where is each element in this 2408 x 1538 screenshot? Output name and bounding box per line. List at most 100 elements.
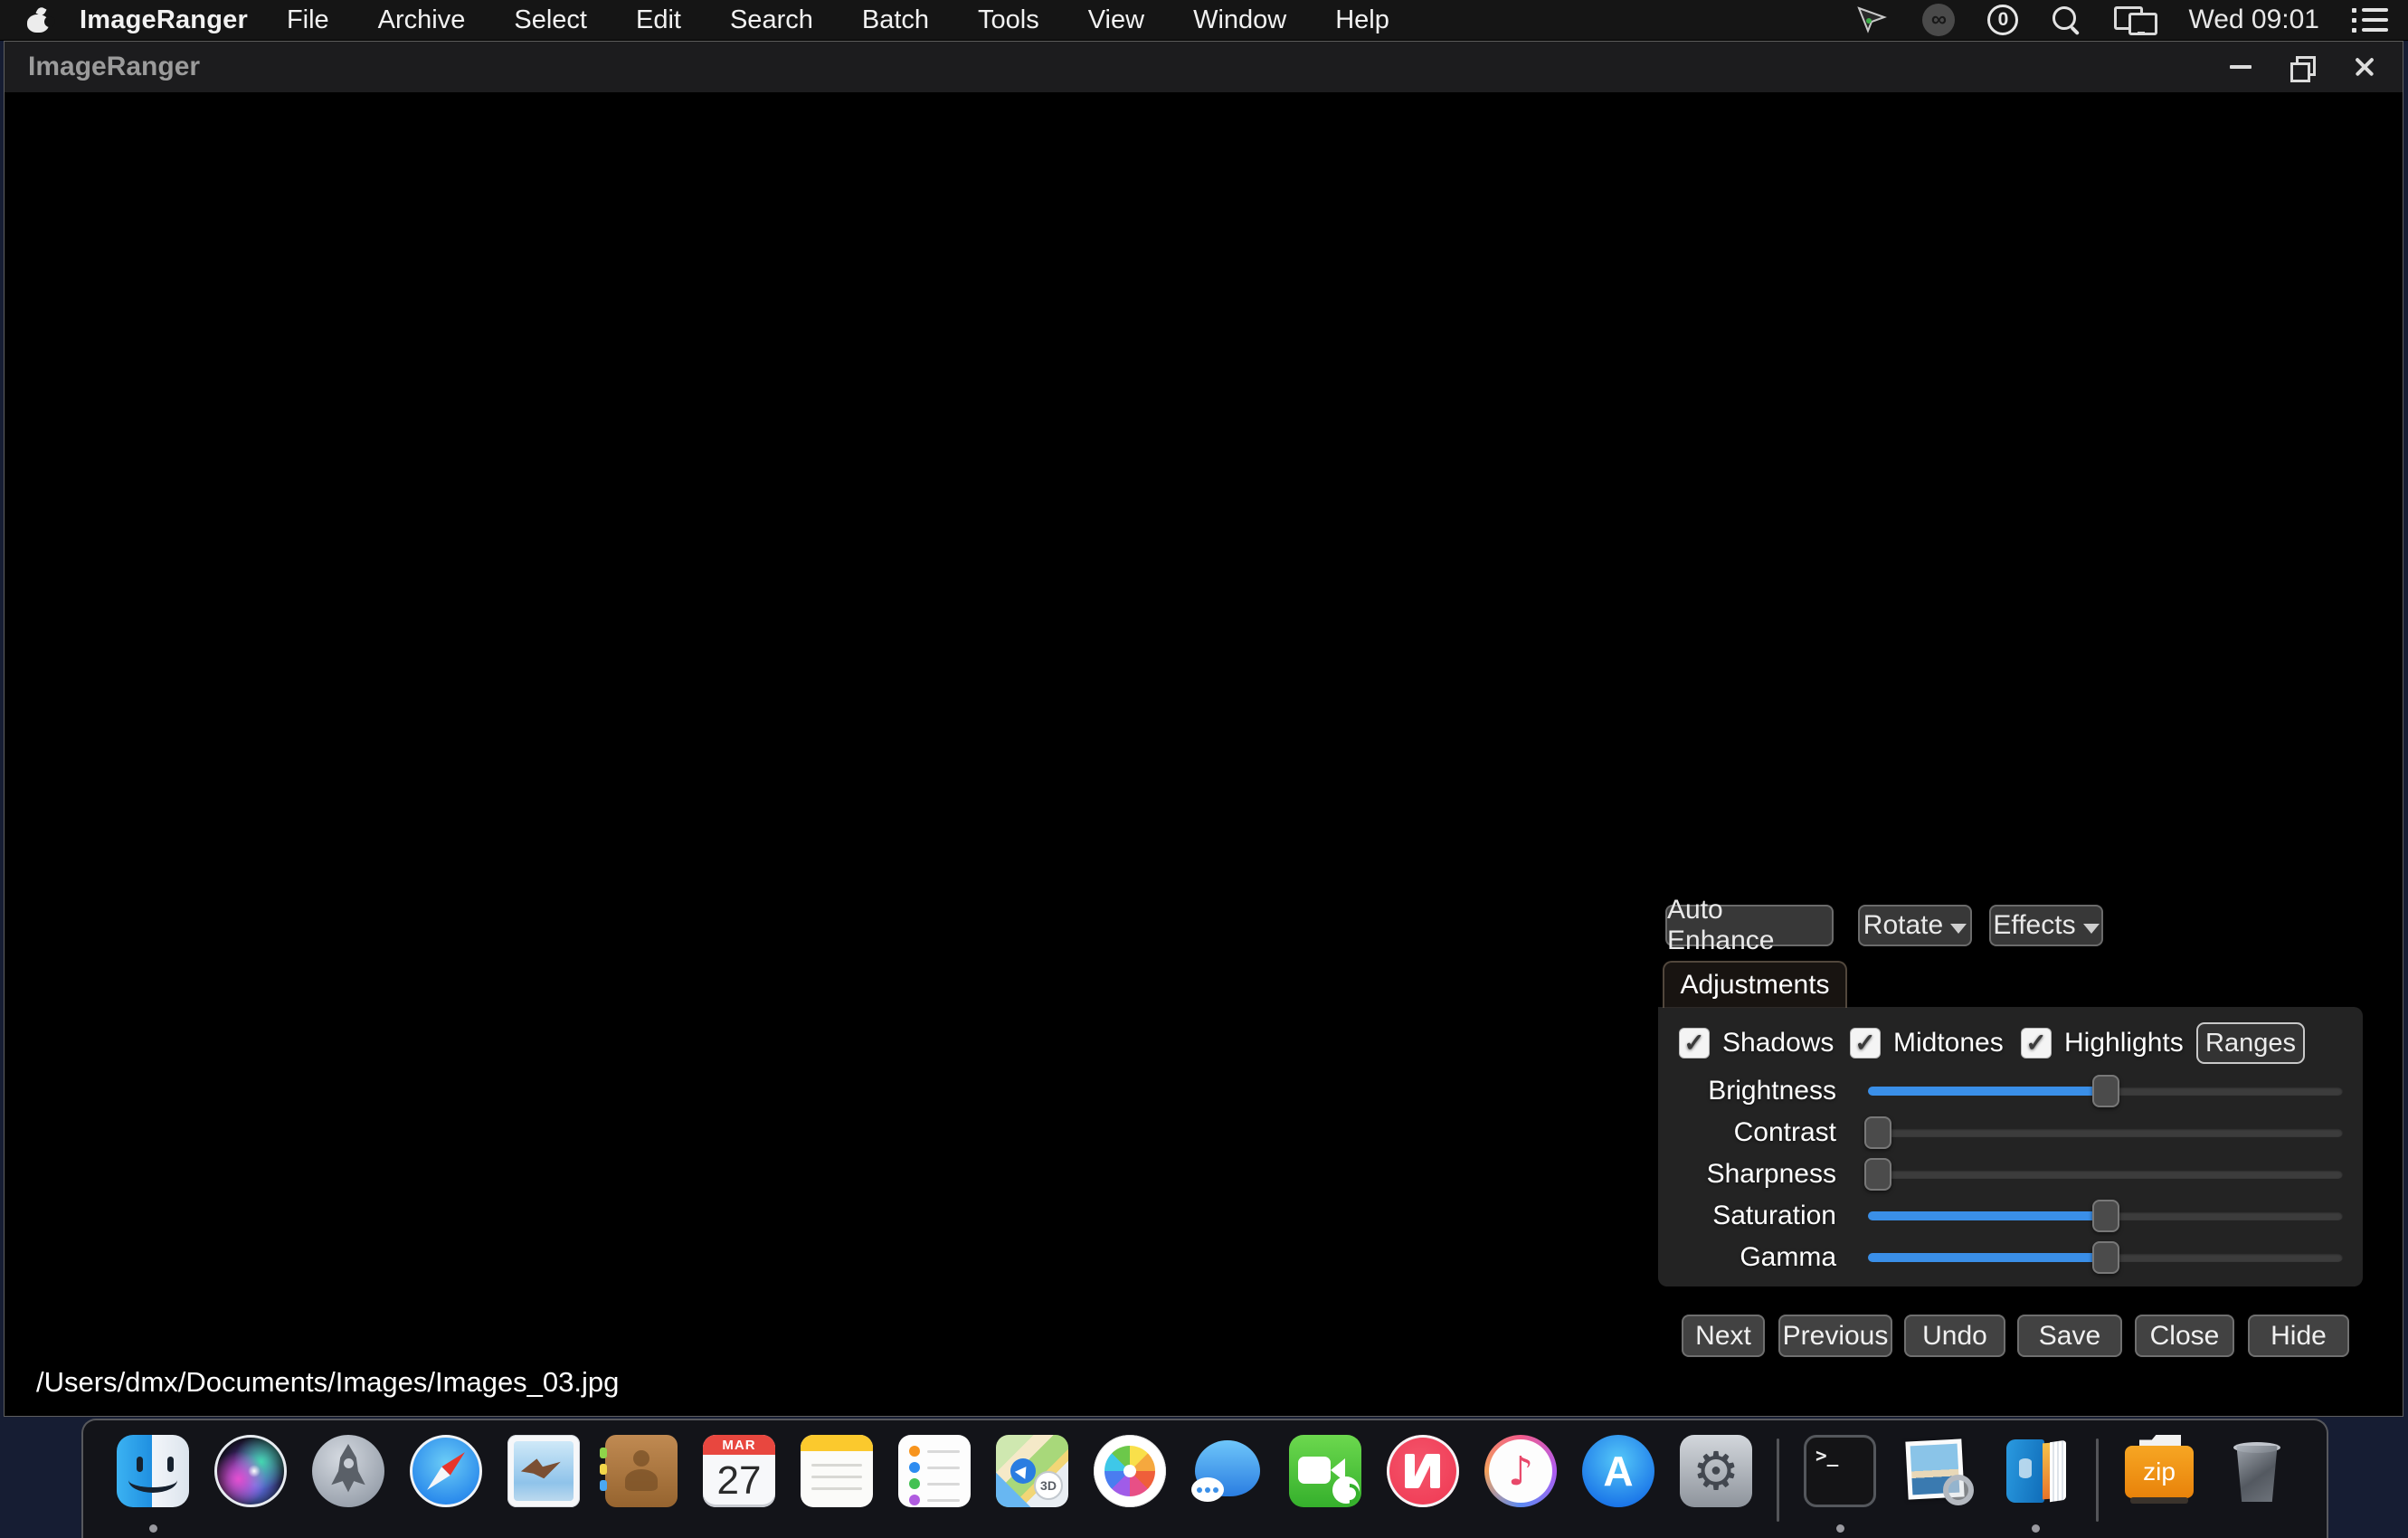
saturation-label: Saturation bbox=[1663, 1201, 1836, 1231]
saturation-slider[interactable] bbox=[1868, 1211, 2343, 1220]
restore-button[interactable] bbox=[2287, 52, 2318, 82]
dock-item-reminders[interactable] bbox=[897, 1433, 972, 1534]
auto-enhance-button[interactable]: Auto Enhance bbox=[1665, 905, 1834, 946]
dock-item-system-preferences[interactable]: ⚙ bbox=[1679, 1433, 1753, 1534]
menu-item-file[interactable]: File bbox=[262, 5, 354, 35]
mail-icon bbox=[507, 1435, 580, 1507]
rotate-button[interactable]: Rotate bbox=[1858, 905, 1972, 946]
menu-app-name[interactable]: ImageRanger bbox=[80, 5, 248, 35]
notification-list-icon[interactable] bbox=[2352, 8, 2388, 33]
itunes-icon: ♪ bbox=[1484, 1435, 1557, 1507]
sharpness-slider-row: Sharpness bbox=[1663, 1155, 2356, 1195]
reminders-icon bbox=[898, 1435, 971, 1507]
running-indicator bbox=[2032, 1524, 2040, 1533]
zip-label: zip bbox=[2125, 1446, 2194, 1498]
displays-icon[interactable] bbox=[2114, 5, 2156, 35]
news-icon bbox=[1387, 1435, 1459, 1507]
effects-button[interactable]: Effects bbox=[1989, 905, 2103, 946]
dock-item-app-store[interactable]: A bbox=[1581, 1433, 1655, 1534]
spotlight-search-icon[interactable] bbox=[2051, 5, 2081, 35]
dock-item-finder[interactable] bbox=[116, 1433, 190, 1534]
dock-item-safari[interactable] bbox=[409, 1433, 483, 1534]
hide-label: Hide bbox=[2271, 1321, 2327, 1352]
slider-handle[interactable] bbox=[1864, 1158, 1891, 1191]
dock-item-launchpad[interactable] bbox=[311, 1433, 385, 1534]
maps-icon: 3D bbox=[996, 1435, 1068, 1507]
maps-3d-badge: 3D bbox=[1034, 1471, 1063, 1500]
midtones-checkbox[interactable]: ✓ Midtones bbox=[1850, 1028, 2004, 1059]
save-button[interactable]: Save bbox=[2017, 1315, 2122, 1357]
checkbox-icon: ✓ bbox=[1850, 1028, 1881, 1059]
menu-item-archive[interactable]: Archive bbox=[354, 5, 490, 35]
dock-item-facetime[interactable] bbox=[1288, 1433, 1362, 1534]
dock-item-messages[interactable] bbox=[1190, 1433, 1265, 1534]
menu-item-help[interactable]: Help bbox=[1311, 5, 1414, 35]
dock-item-notes[interactable] bbox=[800, 1433, 874, 1534]
dock: MAR 27 3D bbox=[81, 1419, 2328, 1538]
menu-item-window[interactable]: Window bbox=[1169, 5, 1311, 35]
dock-item-siri[interactable] bbox=[213, 1433, 288, 1534]
contrast-slider[interactable] bbox=[1868, 1128, 2343, 1137]
messages-icon bbox=[1191, 1435, 1264, 1507]
minimize-button[interactable] bbox=[2225, 52, 2256, 82]
brightness-slider[interactable] bbox=[1868, 1087, 2343, 1096]
hide-button[interactable]: Hide bbox=[2248, 1315, 2349, 1357]
dock-item-photos[interactable] bbox=[1093, 1433, 1167, 1534]
dock-item-news[interactable] bbox=[1386, 1433, 1460, 1534]
menu-clock[interactable]: Wed 09:01 bbox=[2188, 5, 2319, 35]
dock-item-contacts[interactable] bbox=[604, 1433, 678, 1534]
apple-menu-icon[interactable] bbox=[27, 8, 49, 33]
dock-item-mail[interactable] bbox=[507, 1433, 581, 1534]
one-password-icon[interactable]: 0 bbox=[1987, 5, 2018, 35]
next-button[interactable]: Next bbox=[1682, 1315, 1765, 1357]
dock-item-itunes[interactable]: ♪ bbox=[1484, 1433, 1558, 1534]
file-path-label: /Users/dmx/Documents/Images/Images_03.jp… bbox=[36, 1366, 619, 1399]
facetime-icon bbox=[1289, 1435, 1361, 1507]
contrast-slider-row: Contrast bbox=[1663, 1114, 2356, 1154]
menu-item-batch[interactable]: Batch bbox=[838, 5, 953, 35]
ranges-button[interactable]: Ranges bbox=[2196, 1022, 2305, 1064]
menu-item-view[interactable]: View bbox=[1064, 5, 1169, 35]
menu-item-search[interactable]: Search bbox=[706, 5, 838, 35]
close-window-button[interactable] bbox=[2348, 52, 2379, 82]
gamma-slider[interactable] bbox=[1868, 1253, 2343, 1262]
brightness-slider-row: Brightness bbox=[1663, 1072, 2356, 1112]
tab-adjustments[interactable]: Adjustments bbox=[1663, 961, 1847, 1008]
calendar-icon: MAR 27 bbox=[703, 1435, 775, 1507]
undo-button[interactable]: Undo bbox=[1904, 1315, 2005, 1357]
menu-item-select[interactable]: Select bbox=[489, 5, 611, 35]
cursor-tool-icon[interactable] bbox=[1857, 6, 1890, 33]
close-label: Close bbox=[2150, 1321, 2220, 1352]
window-title: ImageRanger bbox=[28, 52, 200, 82]
close-button[interactable]: Close bbox=[2135, 1315, 2234, 1357]
ranges-label: Ranges bbox=[2205, 1029, 2296, 1059]
dock-item-calendar[interactable]: MAR 27 bbox=[702, 1433, 776, 1534]
notes-icon bbox=[801, 1435, 873, 1507]
dock-item-preview[interactable] bbox=[1901, 1433, 1975, 1534]
running-indicator bbox=[1836, 1524, 1844, 1533]
shadows-checkbox[interactable]: ✓ Shadows bbox=[1679, 1028, 1834, 1059]
calendar-day: 27 bbox=[703, 1455, 775, 1507]
checkbox-icon: ✓ bbox=[1679, 1028, 1710, 1059]
terminal-prompt: >_ bbox=[1815, 1445, 1838, 1467]
dock-item-trash[interactable] bbox=[2220, 1433, 2294, 1534]
slider-handle[interactable] bbox=[1864, 1116, 1891, 1149]
window-title-bar[interactable]: ImageRanger bbox=[5, 42, 2403, 93]
previous-button[interactable]: Previous bbox=[1778, 1315, 1892, 1357]
dock-item-terminal[interactable]: >_ bbox=[1803, 1433, 1877, 1534]
menu-item-tools[interactable]: Tools bbox=[953, 5, 1064, 35]
sharpness-slider[interactable] bbox=[1868, 1170, 2343, 1179]
slider-handle[interactable] bbox=[2092, 1075, 2119, 1107]
dock-item-imageranger[interactable] bbox=[1998, 1433, 2072, 1534]
highlights-checkbox[interactable]: ✓ Highlights bbox=[2021, 1028, 2184, 1059]
menu-item-edit[interactable]: Edit bbox=[611, 5, 706, 35]
gear-icon: ⚙ bbox=[1680, 1435, 1752, 1507]
window-controls bbox=[2225, 42, 2403, 92]
dock-item-maps[interactable]: 3D bbox=[995, 1433, 1069, 1534]
slider-handle[interactable] bbox=[2092, 1241, 2119, 1274]
slider-handle[interactable] bbox=[2092, 1200, 2119, 1232]
dock-item-zip-archive[interactable]: zip bbox=[2122, 1433, 2196, 1534]
imageranger-icon bbox=[1999, 1435, 2071, 1507]
creative-cloud-icon[interactable]: ∞ bbox=[1922, 4, 1955, 36]
effects-label: Effects bbox=[1993, 910, 2075, 941]
